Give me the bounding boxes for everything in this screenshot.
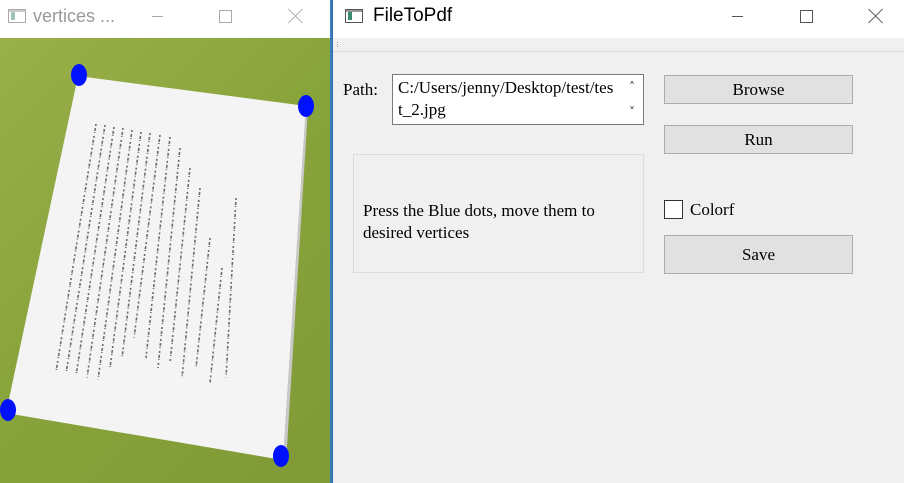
filetopdf-window-title: FileToPdf [373,5,453,26]
chevron-up-icon: ˄ [629,80,635,94]
close-button[interactable] [853,0,899,32]
maximize-button[interactable] [202,0,248,32]
maximize-icon [799,9,813,23]
app-icon [8,9,26,23]
close-button[interactable] [272,0,320,32]
vertices-title-bar[interactable]: vertices ... [0,0,332,38]
toolbar-strip [333,38,904,52]
vertex-dot-bottom-left[interactable] [0,399,16,421]
instructions-box: Press the Blue dots, move them to desire… [353,154,644,273]
close-icon [868,8,884,24]
path-value[interactable]: C:/Users/jenny/Desktop/test/test_2.jpg [398,77,618,121]
run-button[interactable]: Run [664,125,853,154]
minimize-icon [731,15,743,17]
instructions-text: Press the Blue dots, move them to desire… [363,201,595,242]
path-input[interactable]: C:/Users/jenny/Desktop/test/test_2.jpg ˄… [392,74,644,125]
color-checkbox[interactable] [664,200,683,219]
toolbar-grip-icon[interactable] [337,42,339,47]
browse-button[interactable]: Browse [664,75,853,104]
vertices-window-title: vertices ... [33,6,116,26]
save-button[interactable]: Save [664,235,853,274]
scroll-up-button[interactable]: ˄ [621,75,643,99]
vertex-dot-top-right[interactable] [298,95,314,117]
maximize-button[interactable] [783,0,829,32]
maximize-icon [218,9,232,23]
document-photo [0,38,332,483]
app-icon [345,9,363,23]
minimize-button[interactable] [714,0,760,32]
vertex-dot-bottom-right[interactable] [273,445,289,467]
scroll-down-button[interactable]: ˅ [621,100,643,124]
vertex-dot-top-left[interactable] [71,64,87,86]
color-checkbox-label[interactable]: Colorf [690,200,734,220]
filetopdf-window: FileToPdf Path: C:/Users/jenny/Desktop/t… [333,0,904,483]
vertices-window: vertices ... [0,0,332,483]
minimize-icon [151,15,163,17]
window-border [330,0,332,483]
paper-sheet [6,76,308,463]
path-label: Path: [343,80,378,99]
chevron-down-icon: ˅ [629,105,635,119]
close-icon [288,8,304,24]
minimize-button[interactable] [134,0,180,32]
filetopdf-title-bar[interactable]: FileToPdf [333,0,904,38]
